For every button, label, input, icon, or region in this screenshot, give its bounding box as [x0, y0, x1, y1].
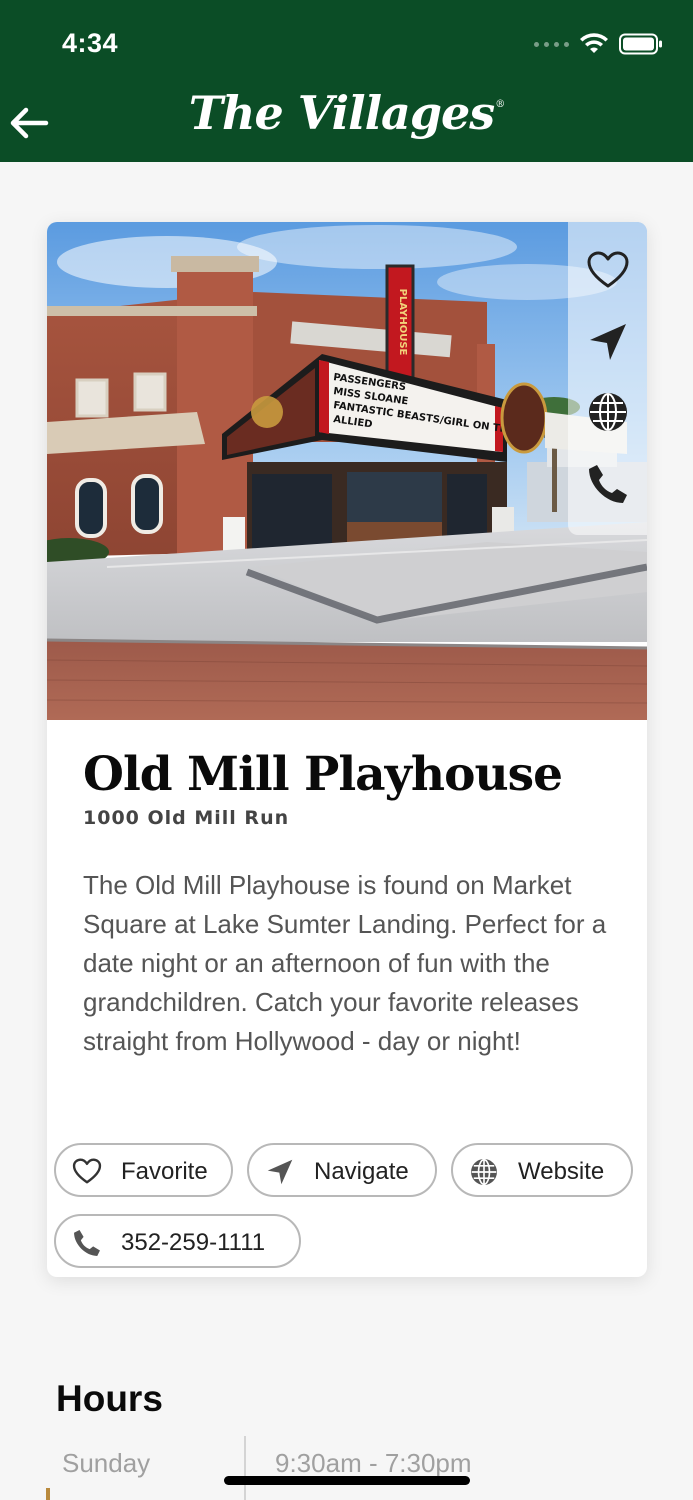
navigate-label: Navigate [314, 1158, 409, 1185]
globe-icon [589, 393, 627, 431]
status-icons [534, 30, 663, 58]
hours-time: 9:30am - 7:30pm [275, 1448, 472, 1478]
location-arrow-icon [590, 324, 626, 360]
brand-logo: The Villages® [188, 86, 505, 140]
heart-icon [587, 251, 629, 288]
phone-icon [589, 465, 627, 503]
top-bar: 4:34 The Villages® [0, 0, 693, 162]
quick-website-button[interactable] [586, 390, 630, 434]
status-time: 4:34 [62, 28, 119, 58]
heart-icon [72, 1158, 102, 1184]
favorite-button[interactable]: Favorite [54, 1143, 233, 1197]
globe-icon [471, 1158, 497, 1186]
hours-day: Sunday [62, 1448, 151, 1478]
wifi-icon [580, 33, 608, 53]
favorite-label: Favorite [121, 1158, 208, 1185]
navigate-button[interactable]: Navigate [247, 1143, 437, 1197]
location-arrow-icon [267, 1159, 293, 1185]
place-title: Old Mill Playhouse [83, 747, 563, 802]
quick-navigate-button[interactable] [586, 320, 630, 364]
quick-actions-panel [568, 222, 647, 535]
brand-name: The Villages [188, 86, 495, 140]
place-description: The Old Mill Playhouse is found on Marke… [83, 870, 607, 1056]
hours-heading: Hours [56, 1378, 163, 1419]
website-label: Website [518, 1158, 605, 1185]
battery-icon [619, 33, 662, 55]
signal-icon [534, 41, 569, 47]
phone-label: 352-259-1111 [121, 1229, 266, 1256]
svg-text:PLAYHOUSE: PLAYHOUSE [397, 289, 408, 356]
website-button[interactable]: Website [451, 1143, 633, 1197]
place-photo: PLAYHOUSE PASSENGERS MISS SLOANE FANTAST… [47, 222, 647, 720]
phone-button[interactable]: 352-259-1111 [54, 1214, 301, 1268]
home-indicator[interactable] [224, 1476, 470, 1485]
hours-divider [244, 1436, 246, 1500]
quick-phone-button[interactable] [586, 462, 630, 506]
today-indicator [46, 1488, 50, 1500]
place-card: PLAYHOUSE PASSENGERS MISS SLOANE FANTAST… [47, 222, 647, 1277]
place-address: 1000 Old Mill Run [83, 807, 290, 829]
quick-favorite-button[interactable] [586, 249, 630, 293]
phone-icon [74, 1230, 100, 1256]
